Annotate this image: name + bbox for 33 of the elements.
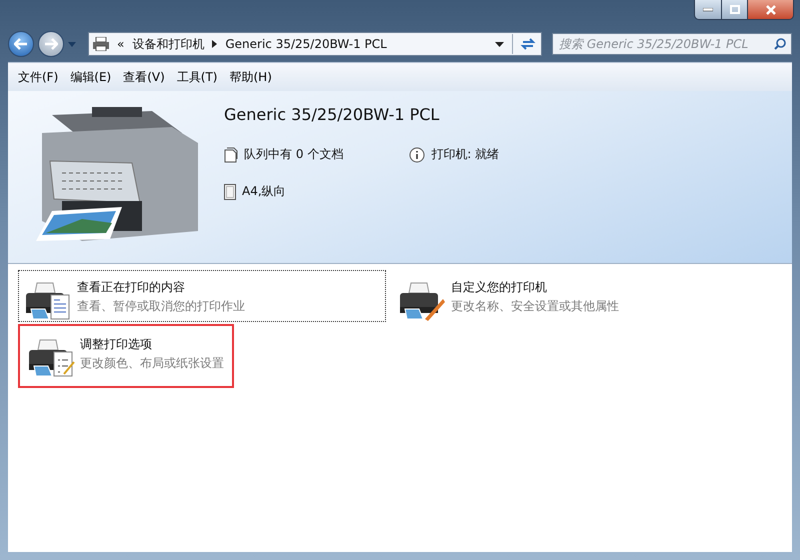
paper-setting: A4,纵向 xyxy=(242,183,286,200)
breadcrumb[interactable]: Generic 35/25/20BW-1 PCL xyxy=(225,37,387,51)
left-arrow-icon xyxy=(14,38,28,50)
page-icon xyxy=(224,184,236,200)
queue-status: 队列中有 0 个文档 xyxy=(244,146,344,163)
document-icon xyxy=(224,146,238,162)
dropdown-arrow-icon[interactable] xyxy=(495,42,504,46)
search-icon xyxy=(774,38,786,50)
printer-icon xyxy=(93,37,109,51)
search-field[interactable]: 搜索 Generic 35/25/20BW-1 PCL xyxy=(552,33,792,55)
close-icon xyxy=(766,4,776,14)
printer-status: 打印机: 就绪 xyxy=(431,146,500,163)
task-link[interactable]: 自定义您的打印机 更改名称、安全设置或其他属性 xyxy=(392,270,760,322)
menu-item[interactable]: 帮助(H) xyxy=(224,66,278,88)
printer-name: Generic 35/25/20BW-1 PCL xyxy=(224,105,440,124)
chevron-icon xyxy=(212,40,218,48)
menu-item[interactable]: 工具(T) xyxy=(170,66,224,88)
maximize-button[interactable] xyxy=(721,0,747,19)
task-link[interactable]: 调整打印选项 更改颜色、布局或纸张设置 xyxy=(18,324,234,388)
menu-item[interactable]: 文件(F) xyxy=(12,66,64,88)
minimize-icon xyxy=(703,8,713,12)
forward-button[interactable] xyxy=(38,31,64,57)
menu-item[interactable]: 编辑(E) xyxy=(64,66,118,88)
close-button[interactable] xyxy=(747,0,793,19)
info-icon xyxy=(409,146,426,162)
menu-item[interactable]: 查看(V) xyxy=(117,66,171,88)
breadcrumb[interactable]: 设备和打印机 xyxy=(132,36,204,52)
address-bar[interactable]: « 设备和打印机 Generic 35/25/20BW-1 PCL xyxy=(88,32,542,56)
task-link[interactable]: 查看正在打印的内容 查看、暂停或取消您的打印作业 xyxy=(18,270,386,322)
maximize-icon xyxy=(730,5,740,14)
right-arrow-icon xyxy=(44,38,58,50)
breadcrumb-separator: « xyxy=(117,37,124,51)
back-button[interactable] xyxy=(8,31,34,57)
